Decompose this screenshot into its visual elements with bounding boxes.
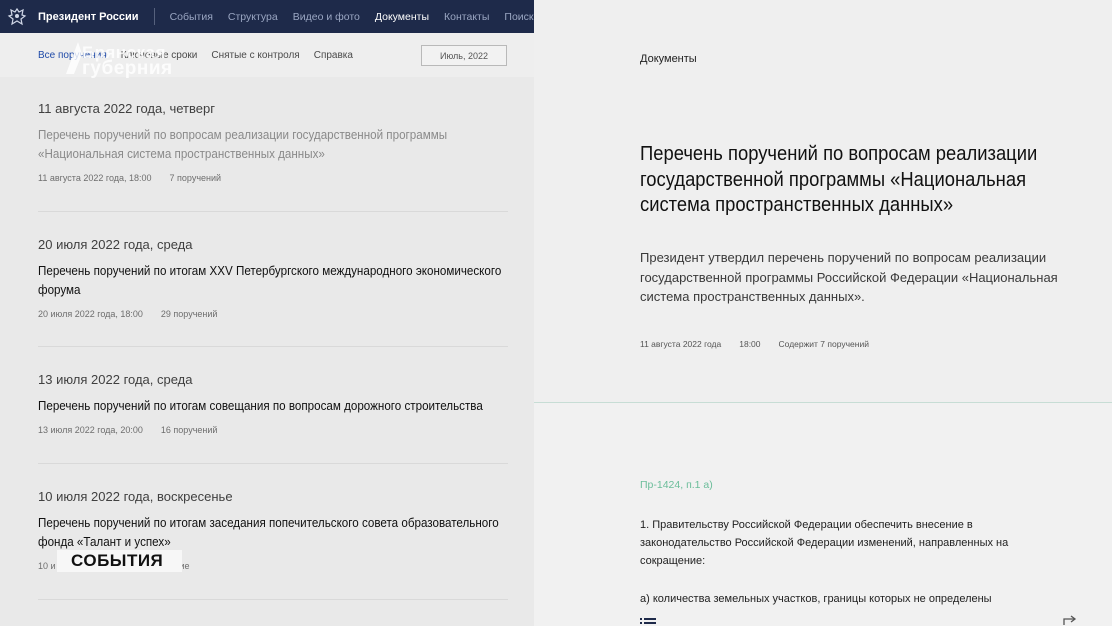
nav-search[interactable]: Поиск: [504, 11, 533, 23]
order-subitem-text: а) количества земельных участков, границ…: [640, 593, 992, 605]
entry-title-link[interactable]: Перечень поручений по итогам заседания п…: [38, 514, 508, 552]
section-label[interactable]: Документы: [640, 53, 697, 65]
document-detail-pane: Документы Перечень поручений по вопросам…: [534, 0, 1112, 626]
entry-date: 13 июля 2022 года, среда: [38, 372, 193, 387]
order-text: 1. Правительству Российской Федерации об…: [640, 519, 1009, 567]
divider: [38, 463, 508, 464]
list-icon[interactable]: [640, 615, 660, 626]
nav-documents[interactable]: Документы: [375, 11, 429, 23]
entry-title-link[interactable]: Перечень поручений по итогам совещания п…: [38, 397, 508, 416]
entry-date: 11 августа 2022 года, четверг: [38, 101, 215, 116]
nav-video-photo[interactable]: Видео и фото: [293, 11, 360, 23]
entry-date: 20 июля 2022 года, среда: [38, 237, 193, 252]
document-date: 11 августа 2022 года: [640, 339, 722, 349]
document-meta: 11 августа 2022 года 18:00 Содержит 7 по…: [640, 339, 869, 349]
filter-removed-from-control[interactable]: Снятые с контроля: [211, 50, 299, 61]
list-item: 11 августа 2022 года, четверг Перечень п…: [38, 101, 508, 183]
entry-date: 10 июля 2022 года, воскресенье: [38, 489, 233, 504]
document-order-count: Содержит 7 поручений: [778, 339, 869, 349]
entry-time: 11 августа 2022 года, 18:00: [38, 173, 152, 183]
entry-meta: 20 июля 2022 года, 18:00 29 поручений: [38, 309, 508, 319]
entry-title-link[interactable]: Перечень поручений по итогам XXV Петербу…: [38, 262, 508, 300]
nav-events[interactable]: События: [170, 11, 213, 23]
share-icon[interactable]: [1062, 614, 1082, 626]
entry-meta: 13 июля 2022 года, 20:00 16 поручений: [38, 425, 508, 435]
orders-list-pane: Президент России События Структура Видео…: [0, 0, 534, 626]
double-headed-eagle-icon[interactable]: [6, 6, 28, 28]
top-navigation-bar: Президент России События Структура Видео…: [0, 0, 534, 33]
list-item: 13 июля 2022 года, среда Перечень поруче…: [38, 372, 508, 435]
filter-tabs: Все поручения Ключевые сроки Снятые с ко…: [38, 50, 353, 61]
filter-all-orders[interactable]: Все поручения: [38, 50, 107, 61]
month-select-button[interactable]: Июль, 2022: [421, 45, 507, 66]
document-time: 18:00: [739, 339, 761, 349]
entry-count: 16 поручений: [160, 425, 218, 435]
filter-bar: Все поручения Ключевые сроки Снятые с ко…: [0, 33, 534, 77]
entry-time: 13 июля 2022 года, 20:00: [38, 425, 143, 435]
entry-count: 7 поручений: [169, 173, 222, 183]
divider: [38, 599, 508, 600]
order-reference-link[interactable]: Пр-1424, п.1 а): [640, 479, 713, 491]
entry-meta: 11 августа 2022 года, 18:00 7 поручений: [38, 173, 508, 183]
divider: [38, 346, 508, 347]
entry-time: 10 и: [38, 561, 56, 571]
filter-key-deadlines[interactable]: Ключевые сроки: [121, 50, 198, 61]
document-heading: Перечень поручений по вопросам реализаци…: [640, 143, 1038, 216]
entry-title-link[interactable]: Перечень поручений по вопросам реализаци…: [38, 126, 508, 164]
screen: Президент России События Структура Видео…: [0, 0, 1112, 626]
nav-contacts[interactable]: Контакты: [444, 11, 489, 23]
nav-structure[interactable]: Структура: [228, 11, 278, 23]
nav-separator: [153, 8, 155, 25]
main-nav: События Структура Видео и фото Документы…: [170, 11, 534, 23]
entry-time: 20 июля 2022 года, 18:00: [38, 309, 143, 319]
document-lead: Президент утвердил перечень поручений по…: [640, 250, 1058, 304]
site-title[interactable]: Президент России: [38, 11, 139, 23]
events-caption-tag: СОБЫТИЯ: [57, 550, 182, 572]
entry-count: 29 поручений: [160, 309, 218, 319]
divider: [38, 211, 508, 212]
filter-reference[interactable]: Справка: [314, 50, 353, 61]
list-item: 20 июля 2022 года, среда Перечень поруче…: [38, 237, 508, 319]
